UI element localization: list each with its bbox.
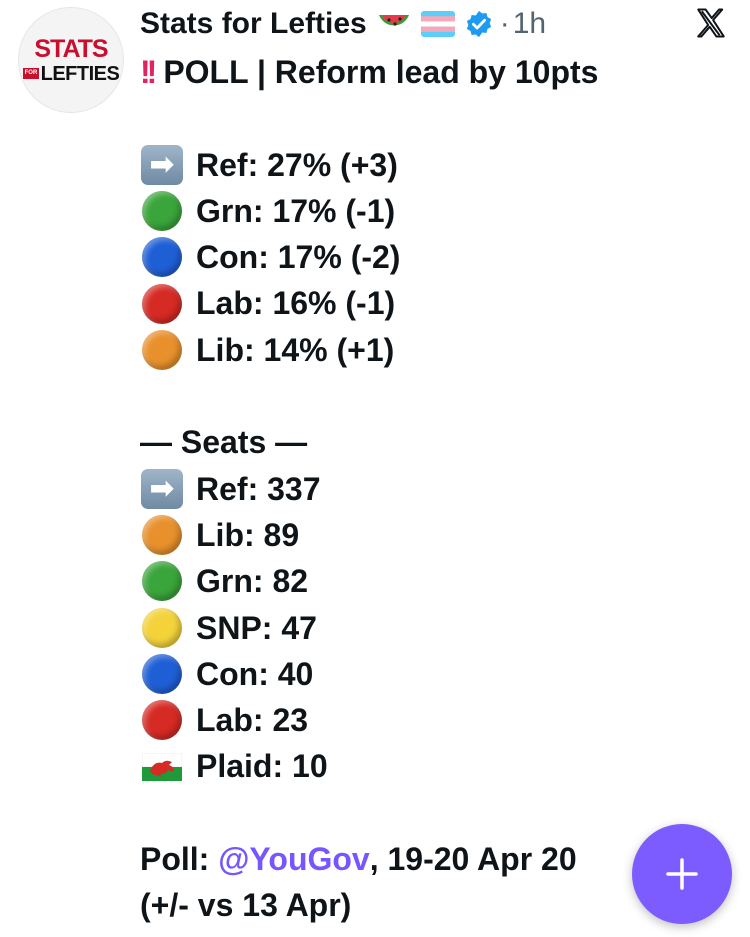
avatar-text-bottom-row: FOR LEFTIES — [22, 62, 120, 85]
poll-line: Lib: 14% (+1) — [140, 327, 598, 373]
poll-line-text: Grn: 17% (-1) — [196, 192, 396, 229]
seat-line-text: Lab: 23 — [196, 702, 309, 739]
poll-line: Grn: 17% (-1) — [140, 188, 598, 234]
post-headline: !! POLL | Reform lead by 10pts — [140, 49, 598, 95]
seat-line-text: Ref: 337 — [196, 470, 321, 507]
plus-icon — [666, 858, 698, 890]
seat-line-text: Lib: 89 — [196, 516, 300, 553]
seat-line: Grn: 82 — [140, 558, 598, 604]
headline-text: POLL | Reform lead by 10pts — [163, 54, 599, 90]
poll-line-text: Lab: 16% (-1) — [196, 285, 396, 322]
blue-circle-icon — [140, 235, 184, 279]
poll-line: Lab: 16% (-1) — [140, 280, 598, 326]
orange-circle-icon — [140, 328, 184, 372]
seat-line: Lib: 89 — [140, 512, 598, 558]
comparison-line: (+/- vs 13 Apr) — [140, 887, 352, 924]
seat-line-text: Plaid: 10 — [196, 748, 328, 785]
right-arrow-icon: ➡ — [140, 143, 184, 187]
compose-post-button[interactable] — [632, 824, 732, 924]
author-name[interactable]: Stats for Lefties — [140, 7, 367, 41]
seats-heading: — Seats — — [140, 424, 308, 461]
seat-line: Plaid: 10 — [140, 743, 598, 789]
double-exclamation-icon: !! — [140, 54, 157, 90]
seat-line: SNP: 47 — [140, 605, 598, 651]
post-timestamp[interactable]: 1h — [513, 7, 546, 41]
poll-line: Con: 17% (-2) — [140, 234, 598, 280]
avatar-text-bottom: LEFTIES — [40, 62, 120, 85]
avatar-text-for: FOR — [22, 68, 39, 79]
source-prefix: Poll: — [140, 841, 219, 878]
right-arrow-icon: ➡ — [140, 467, 184, 511]
x-logo-icon[interactable] — [694, 6, 728, 40]
seat-line: Lab: 23 — [140, 697, 598, 743]
green-circle-icon — [140, 559, 184, 603]
verified-badge-icon — [464, 9, 494, 39]
seat-line-text: Con: 40 — [196, 655, 314, 692]
red-circle-icon — [140, 698, 184, 742]
yellow-circle-icon — [140, 606, 184, 650]
orange-circle-icon — [140, 513, 184, 557]
avatar[interactable]: STATS FOR LEFTIES — [18, 7, 124, 113]
wales-flag-icon — [140, 745, 184, 789]
red-circle-icon — [140, 282, 184, 326]
source-suffix: , 19-20 Apr 20 — [369, 841, 577, 878]
seat-line: Con: 40 — [140, 651, 598, 697]
avatar-text-top: STATS — [34, 34, 108, 63]
seat-line-text: Grn: 82 — [196, 563, 309, 600]
post-header: Stats for Lefties · 1h — [140, 2, 546, 46]
transgender-flag-icon — [420, 11, 455, 37]
poll-line-text: Ref: 27% (+3) — [196, 146, 398, 183]
seat-line: ➡ Ref: 337 — [140, 466, 598, 512]
yougov-mention-link[interactable]: @YouGov — [218, 836, 370, 882]
source-line: Poll: @YouGov , 19-20 Apr 20 — [140, 836, 598, 882]
watermelon-icon — [377, 9, 411, 39]
green-circle-icon — [140, 189, 184, 233]
poll-line: ➡ Ref: 27% (+3) — [140, 142, 598, 188]
seat-line-text: SNP: 47 — [196, 609, 317, 646]
poll-line-text: Con: 17% (-2) — [196, 239, 401, 276]
blue-circle-icon — [140, 652, 184, 696]
separator-dot: · — [499, 7, 510, 40]
post-body: !! POLL | Reform lead by 10pts ➡ Ref: 27… — [140, 49, 598, 929]
poll-line-text: Lib: 14% (+1) — [196, 331, 395, 368]
